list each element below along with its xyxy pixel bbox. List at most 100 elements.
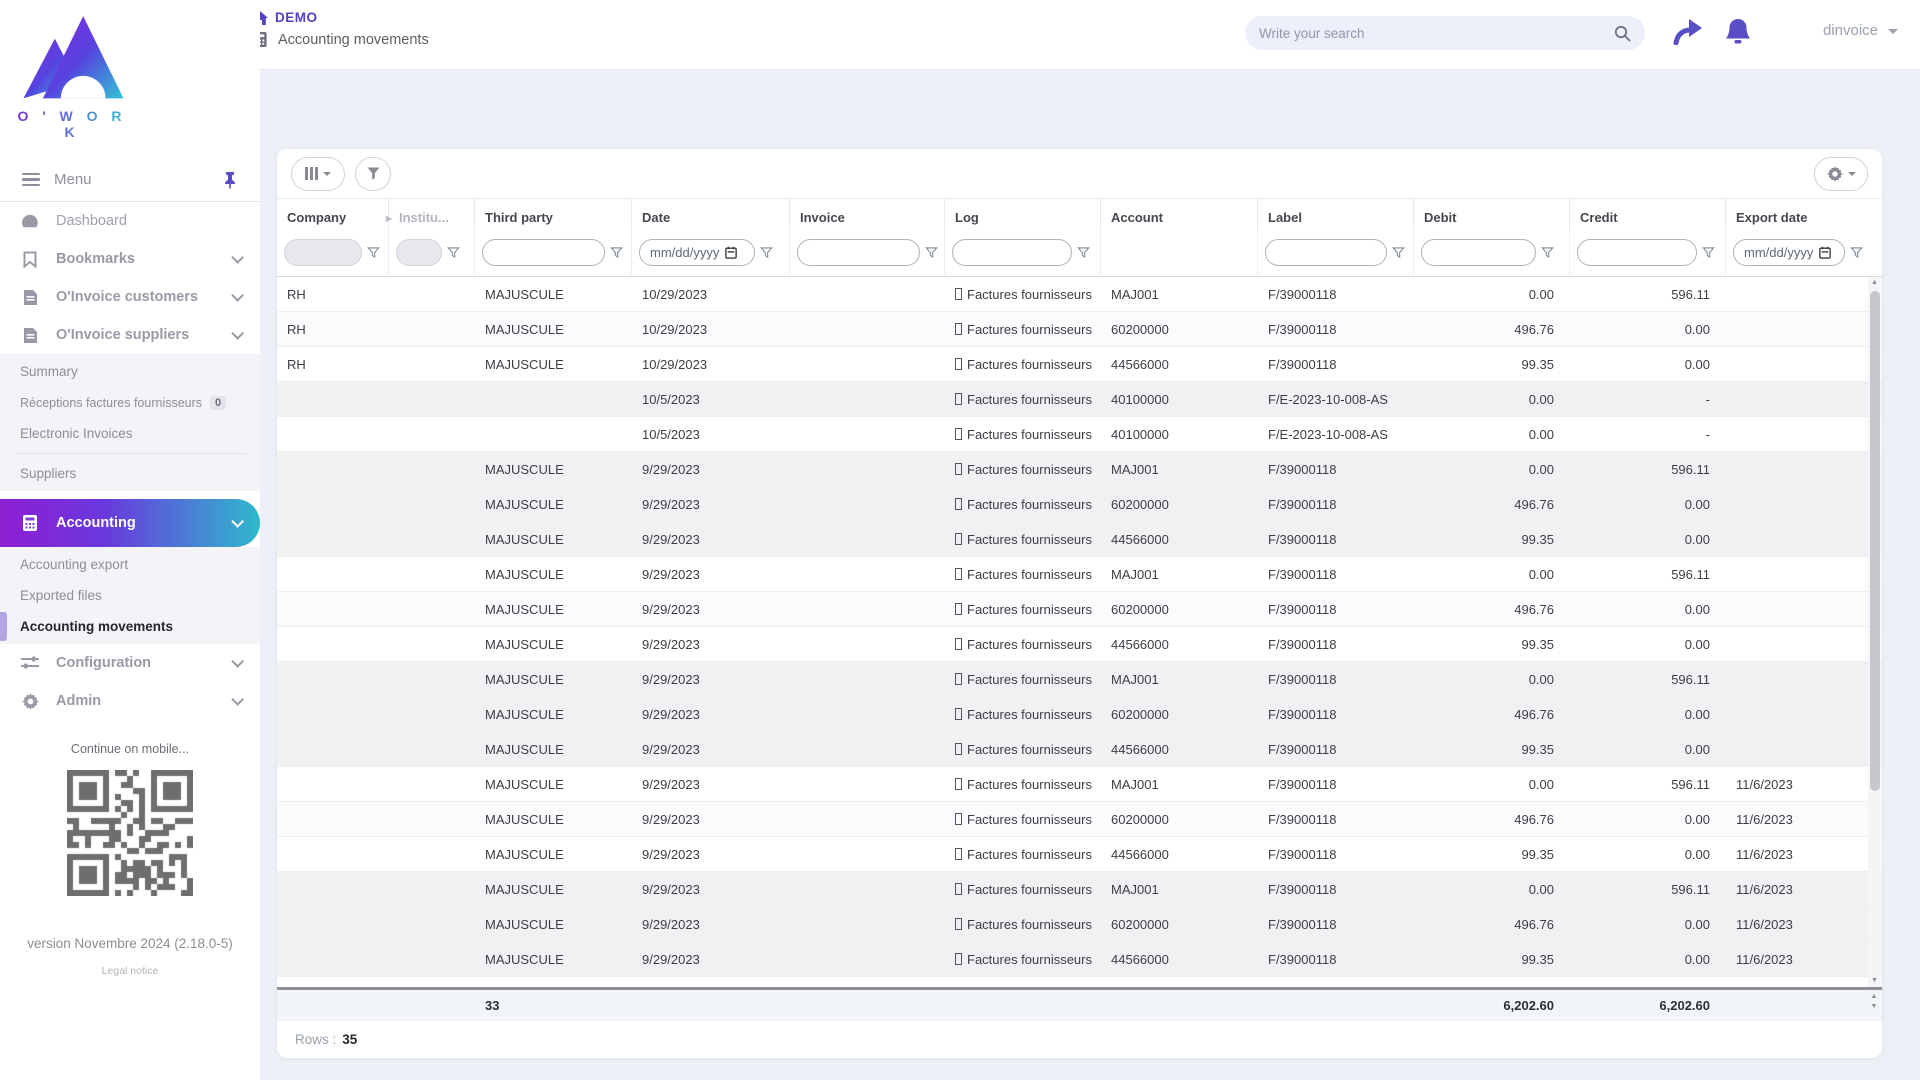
- table-row[interactable]: MAJUSCULE 9/29/2023 Factures fournisseur…: [277, 732, 1882, 767]
- sidebar-item-accounting-export[interactable]: Accounting export: [0, 549, 260, 580]
- company-filter-input[interactable]: [284, 239, 362, 266]
- column-chooser-button[interactable]: [291, 157, 345, 191]
- table-row[interactable]: MAJUSCULE 9/29/2023 Factures fournisseur…: [277, 592, 1882, 627]
- table-row[interactable]: RH MAJUSCULE 10/29/2023 Factures fournis…: [277, 277, 1882, 312]
- column-header-company[interactable]: Company▸: [277, 199, 389, 229]
- debit-filter-funnel-button[interactable]: [1541, 246, 1554, 259]
- sidebar-item-suppliers[interactable]: Suppliers: [0, 458, 260, 489]
- table-row[interactable]: MAJUSCULE 9/29/2023 Factures fournisseur…: [277, 802, 1882, 837]
- table-settings-button[interactable]: [1814, 157, 1868, 191]
- legal-notice-link[interactable]: Legal notice: [0, 965, 260, 977]
- column-header-account[interactable]: Account: [1101, 199, 1258, 229]
- label-filter-funnel-button[interactable]: [1392, 246, 1405, 259]
- column-header-invoice[interactable]: Invoice: [790, 199, 945, 229]
- table-row[interactable]: MAJUSCULE 9/29/2023 Factures fournisseur…: [277, 942, 1882, 977]
- menu-toggle[interactable]: Menu: [0, 158, 260, 202]
- user-menu[interactable]: dinvoice: [1823, 22, 1898, 39]
- table-row[interactable]: MAJUSCULE 9/29/2023 Factures fournisseur…: [277, 487, 1882, 522]
- sidebar-item-accounting[interactable]: Accounting: [0, 499, 260, 547]
- column-header-export-date[interactable]: Export date: [1726, 199, 1882, 229]
- column-header-log[interactable]: Log: [945, 199, 1101, 229]
- debit-filter-input[interactable]: [1421, 239, 1536, 266]
- table-row[interactable]: MAJUSCULE 9/29/2023 Factures fournisseur…: [277, 627, 1882, 662]
- scroll-down-icon[interactable]: ▼: [1868, 975, 1881, 987]
- table-row[interactable]: MAJUSCULE 9/29/2023 Factures fournisseur…: [277, 557, 1882, 592]
- table-row[interactable]: MAJUSCULE 9/29/2023 Factures fournisseur…: [277, 452, 1882, 487]
- sidebar-item-electronic-invoices[interactable]: Electronic Invoices: [0, 418, 260, 449]
- summary-scroll-arrows[interactable]: ▲▼: [1868, 993, 1880, 1010]
- mobile-block: Continue on mobile... version Novembre 2…: [0, 742, 260, 977]
- table-row[interactable]: MAJUSCULE 9/29/2023 Factures fournisseur…: [277, 837, 1882, 872]
- sidebar-item-bookmarks[interactable]: Bookmarks: [0, 240, 260, 278]
- rows-count: 35: [342, 1032, 357, 1047]
- date-filter-input[interactable]: mm/dd/yyyy: [639, 239, 755, 266]
- column-header-debit[interactable]: Debit: [1414, 199, 1570, 229]
- calendar-icon: [1819, 246, 1831, 259]
- chevron-down-icon: [323, 172, 331, 176]
- search-input[interactable]: [1259, 26, 1614, 41]
- date-filter-funnel-button[interactable]: [760, 246, 773, 259]
- scroll-down-icon[interactable]: ▼: [1868, 1003, 1880, 1010]
- table-row[interactable]: MAJUSCULE 9/29/2023 Factures fournisseur…: [277, 977, 1882, 987]
- journal-icon: [955, 673, 962, 685]
- filter-cell-institution: [389, 229, 475, 276]
- third-party-filter-input[interactable]: [482, 239, 605, 266]
- invoice-filter-funnel-button[interactable]: [925, 246, 938, 259]
- export-date-filter-input[interactable]: mm/dd/yyyy: [1733, 239, 1845, 266]
- sidebar-item-receptions-factures[interactable]: Réceptions factures fournisseurs 0: [0, 387, 260, 418]
- table-filter-row: mm/dd/yyyy: [277, 229, 1882, 277]
- log-filter-funnel-button[interactable]: [1077, 246, 1090, 259]
- scroll-up-icon[interactable]: ▲: [1868, 277, 1881, 289]
- sidebar-item-oinvoice-suppliers[interactable]: O'Invoice suppliers: [0, 316, 260, 354]
- credit-filter-funnel-button[interactable]: [1702, 246, 1715, 259]
- table-row[interactable]: MAJUSCULE 9/29/2023 Factures fournisseur…: [277, 697, 1882, 732]
- export-date-filter-funnel-button[interactable]: [1850, 246, 1863, 259]
- scroll-up-icon[interactable]: ▲: [1868, 993, 1880, 1000]
- sidebar-item-summary[interactable]: Summary: [0, 356, 260, 387]
- chevron-down-icon: [231, 327, 244, 340]
- search-icon[interactable]: [1614, 25, 1631, 42]
- scrollbar-thumb[interactable]: [1870, 291, 1880, 791]
- third-party-filter-funnel-button[interactable]: [610, 246, 623, 259]
- sidebar-item-exported-files[interactable]: Exported files: [0, 580, 260, 611]
- column-header-date[interactable]: Date: [632, 199, 790, 229]
- rows-label: Rows :: [295, 1032, 336, 1047]
- table-row[interactable]: 10/5/2023 Factures fournisseurs 40100000…: [277, 417, 1882, 452]
- share-icon[interactable]: [1672, 17, 1704, 45]
- vertical-scrollbar[interactable]: ▲ ▼: [1868, 277, 1881, 987]
- company-filter-funnel-button[interactable]: [367, 246, 380, 259]
- table-row[interactable]: MAJUSCULE 9/29/2023 Factures fournisseur…: [277, 662, 1882, 697]
- invoice-filter-input[interactable]: [797, 239, 920, 266]
- sidebar-item-configuration[interactable]: Configuration: [0, 644, 260, 682]
- table-footer: Rows : 35: [277, 1020, 1882, 1058]
- filter-cell-account: [1101, 229, 1258, 276]
- table-row[interactable]: RH MAJUSCULE 10/29/2023 Factures fournis…: [277, 347, 1882, 382]
- bookmark-icon: [20, 251, 40, 268]
- sidebar-item-dashboard[interactable]: Dashboard: [0, 202, 260, 240]
- journal-icon: [955, 743, 962, 755]
- pin-icon[interactable]: [222, 171, 238, 189]
- table-row[interactable]: MAJUSCULE 9/29/2023 Factures fournisseur…: [277, 907, 1882, 942]
- sidebar-item-oinvoice-customers[interactable]: O'Invoice customers: [0, 278, 260, 316]
- filter-cell-company: [277, 229, 389, 276]
- notifications-bell-icon[interactable]: [1725, 17, 1751, 47]
- table-row[interactable]: MAJUSCULE 9/29/2023 Factures fournisseur…: [277, 522, 1882, 557]
- log-filter-input[interactable]: [952, 239, 1072, 266]
- column-header-label[interactable]: Label: [1258, 199, 1414, 229]
- table-row[interactable]: MAJUSCULE 9/29/2023 Factures fournisseur…: [277, 872, 1882, 907]
- sidebar-item-admin[interactable]: Admin: [0, 682, 260, 720]
- column-header-institution[interactable]: Institu...: [389, 199, 475, 229]
- breadcrumb-home[interactable]: DEMO: [252, 10, 429, 25]
- table-row[interactable]: 10/5/2023 Factures fournisseurs 40100000…: [277, 382, 1882, 417]
- filter-button[interactable]: [355, 157, 391, 191]
- sidebar-item-accounting-movements[interactable]: Accounting movements: [0, 611, 260, 642]
- label-filter-input[interactable]: [1265, 239, 1387, 266]
- credit-filter-input[interactable]: [1577, 239, 1697, 266]
- institution-filter-funnel-button[interactable]: [447, 246, 460, 259]
- table-row[interactable]: RH MAJUSCULE 10/29/2023 Factures fournis…: [277, 312, 1882, 347]
- chevron-down-icon: [231, 693, 244, 706]
- column-header-third-party[interactable]: Third party: [475, 199, 632, 229]
- institution-filter-input[interactable]: [396, 239, 442, 266]
- column-header-credit[interactable]: Credit: [1570, 199, 1726, 229]
- table-row[interactable]: MAJUSCULE 9/29/2023 Factures fournisseur…: [277, 767, 1882, 802]
